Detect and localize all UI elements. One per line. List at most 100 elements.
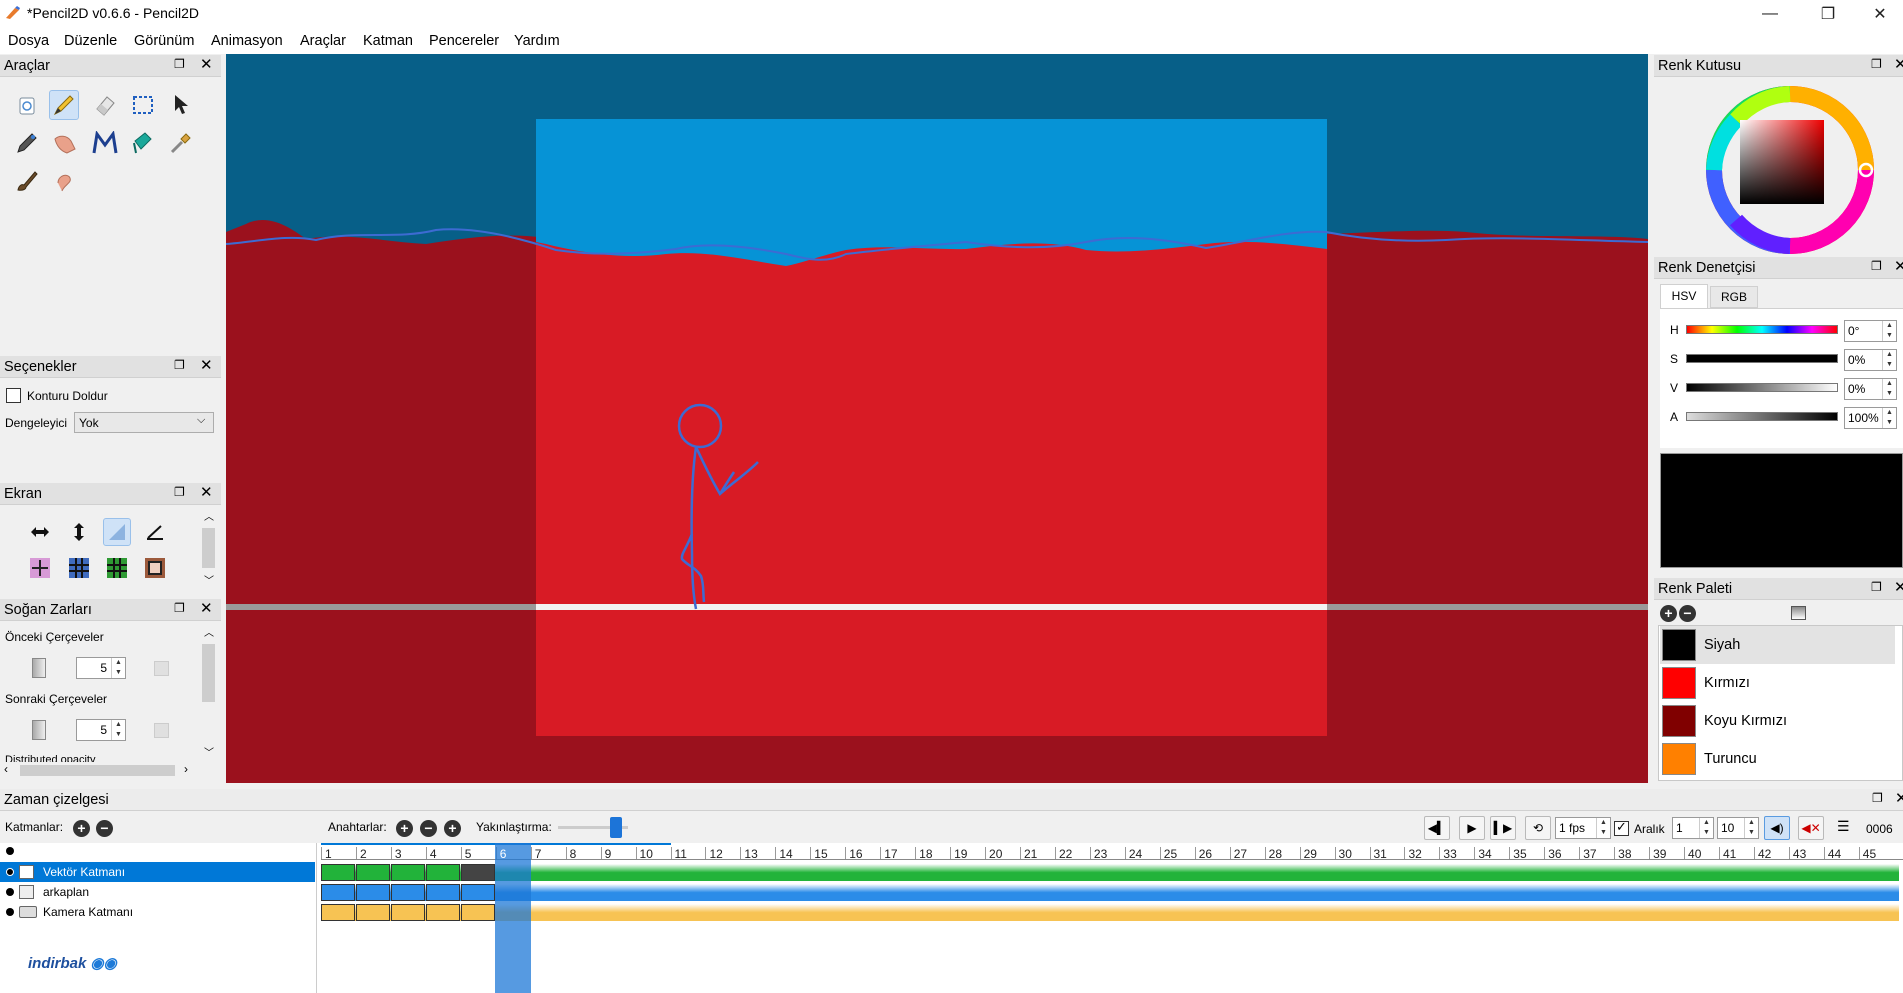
onion-next-icon[interactable]: [32, 720, 46, 740]
keyframe[interactable]: [390, 884, 425, 901]
alpha-spinbox[interactable]: 100% ▲ ▼: [1844, 407, 1897, 429]
spinner-arrows-icon[interactable]: ▲ ▼: [1882, 408, 1896, 428]
overlay-perspective-icon[interactable]: [103, 518, 131, 546]
select-tool-icon[interactable]: [128, 90, 158, 120]
keyframe[interactable]: [425, 864, 460, 881]
eyedropper-tool-icon[interactable]: [166, 128, 196, 158]
spinner-arrows-icon[interactable]: ▲ ▼: [111, 720, 125, 740]
chevron-down-icon[interactable]: ﹀: [204, 572, 214, 587]
scroll-thumb[interactable]: [202, 644, 215, 702]
menu-katman[interactable]: Katman: [363, 33, 413, 49]
tab-hsv[interactable]: HSV: [1660, 284, 1708, 308]
spinner-arrows-icon[interactable]: ▲ ▼: [1596, 818, 1610, 838]
float-icon[interactable]: ❐: [1872, 792, 1884, 804]
spinner-arrows-icon[interactable]: ▲ ▼: [1882, 350, 1896, 370]
add-layer-icon[interactable]: +: [73, 820, 90, 837]
clear-tool-icon[interactable]: [12, 90, 42, 120]
fill-contour-checkbox[interactable]: [6, 388, 21, 403]
close-icon[interactable]: ✕: [1894, 580, 1903, 595]
palette-item[interactable]: Kırmızı: [1660, 664, 1895, 702]
next-frames-spinbox[interactable]: 5 ▲ ▼: [76, 719, 126, 741]
flip-vertical-icon[interactable]: [65, 518, 93, 546]
remove-color-icon[interactable]: −: [1679, 605, 1696, 622]
keyframe[interactable]: [355, 904, 390, 921]
jump-start-icon[interactable]: ◀▍: [1424, 816, 1450, 840]
float-icon[interactable]: ❐: [174, 602, 186, 614]
spinner-arrows-icon[interactable]: ▲ ▼: [1699, 818, 1713, 838]
chevron-up-icon[interactable]: ︿: [204, 508, 214, 523]
visibility-icon[interactable]: [6, 908, 14, 916]
overlay-safe-area-icon[interactable]: [141, 554, 169, 582]
hand-tool-icon[interactable]: [49, 128, 79, 158]
onion-next-toggle[interactable]: [154, 723, 169, 738]
prev-frames-spinbox[interactable]: 5 ▲ ▼: [76, 657, 126, 679]
spinner-arrows-icon[interactable]: ▲ ▼: [1744, 818, 1758, 838]
zoom-slider-handle[interactable]: [610, 817, 622, 838]
close-icon[interactable]: ✕: [1895, 791, 1903, 806]
menu-gorunum[interactable]: Görünüm: [134, 33, 194, 49]
add-color-icon[interactable]: +: [1660, 605, 1677, 622]
add-key-icon[interactable]: +: [396, 820, 413, 837]
eraser-tool-icon[interactable]: [90, 90, 120, 120]
overlay-center-icon[interactable]: [26, 554, 54, 582]
polyline-tool-icon[interactable]: [49, 166, 79, 196]
chevron-left-icon[interactable]: ‹: [4, 762, 8, 776]
palette-item[interactable]: Koyu Kırmızı: [1660, 702, 1895, 740]
color-wheel[interactable]: [1706, 86, 1874, 254]
close-button[interactable]: ✕: [1857, 0, 1903, 28]
keyframe[interactable]: [321, 884, 355, 901]
keyframe[interactable]: [460, 904, 495, 921]
float-icon[interactable]: ❐: [174, 58, 186, 70]
keyframe[interactable]: [390, 864, 425, 881]
pen-tool-icon[interactable]: [12, 128, 42, 158]
close-icon[interactable]: ✕: [200, 485, 213, 500]
menu-pencereler[interactable]: Pencereler: [429, 33, 499, 49]
onion-hscrollbar[interactable]: ‹ ›: [0, 762, 200, 779]
visibility-all-icon[interactable]: [6, 847, 14, 855]
playhead[interactable]: [494, 843, 531, 993]
menu-animasyon[interactable]: Animasyon: [211, 33, 283, 49]
visibility-icon[interactable]: [6, 868, 14, 876]
layer-track[interactable]: [321, 864, 1899, 881]
float-icon[interactable]: ❐: [174, 359, 186, 371]
layer-row[interactable]: Kamera Katmanı: [0, 902, 315, 922]
smudge-tool-icon[interactable]: [90, 128, 120, 158]
maximize-button[interactable]: ❐: [1799, 0, 1857, 28]
spinner-arrows-icon[interactable]: ▲ ▼: [1882, 321, 1896, 341]
scroll-thumb[interactable]: [202, 528, 215, 568]
fps-spinbox[interactable]: 1 fps ▲ ▼: [1555, 817, 1611, 839]
close-icon[interactable]: ✕: [1894, 259, 1903, 274]
keyframe[interactable]: [425, 884, 460, 901]
visibility-icon[interactable]: [6, 888, 14, 896]
onion-skin-blue-icon[interactable]: [141, 518, 169, 546]
keyframe[interactable]: [460, 864, 495, 881]
brush-tool-icon[interactable]: [12, 166, 42, 196]
overlay-golden-ratio-icon[interactable]: [103, 554, 131, 582]
onion-prev-icon[interactable]: [32, 658, 46, 678]
layer-row[interactable]: arkaplan: [0, 882, 315, 902]
menu-duzenle[interactable]: Düzenle: [64, 33, 117, 49]
onion-prev-toggle[interactable]: [154, 661, 169, 676]
pencil-tool-icon[interactable]: [49, 90, 79, 120]
palette-view-icon[interactable]: [1791, 606, 1806, 620]
menu-araclar[interactable]: Araçlar: [300, 33, 346, 49]
keyframe[interactable]: [321, 904, 355, 921]
float-icon[interactable]: ❐: [1871, 581, 1883, 593]
display-scrollbar[interactable]: ︿ ﹀: [200, 506, 217, 592]
chevron-down-icon[interactable]: ﹀: [204, 744, 214, 759]
saturation-slider[interactable]: [1686, 354, 1838, 363]
hue-spinbox[interactable]: 0° ▲ ▼: [1844, 320, 1897, 342]
menu-dosya[interactable]: Dosya: [8, 33, 49, 49]
drawing-canvas[interactable]: [226, 54, 1648, 783]
range-end-spinbox[interactable]: 10 ▲ ▼: [1717, 817, 1759, 839]
menu-yardim[interactable]: Yardım: [514, 33, 560, 49]
float-icon[interactable]: ❐: [174, 486, 186, 498]
hue-slider[interactable]: [1686, 325, 1838, 334]
range-checkbox[interactable]: ✓: [1614, 819, 1629, 836]
timeline-menu-icon[interactable]: ☰: [1837, 818, 1850, 835]
play-icon[interactable]: ▶: [1459, 816, 1485, 840]
keyframe[interactable]: [355, 864, 390, 881]
keyframe[interactable]: [321, 864, 355, 881]
keyframe[interactable]: [390, 904, 425, 921]
minimize-button[interactable]: —: [1741, 0, 1799, 28]
